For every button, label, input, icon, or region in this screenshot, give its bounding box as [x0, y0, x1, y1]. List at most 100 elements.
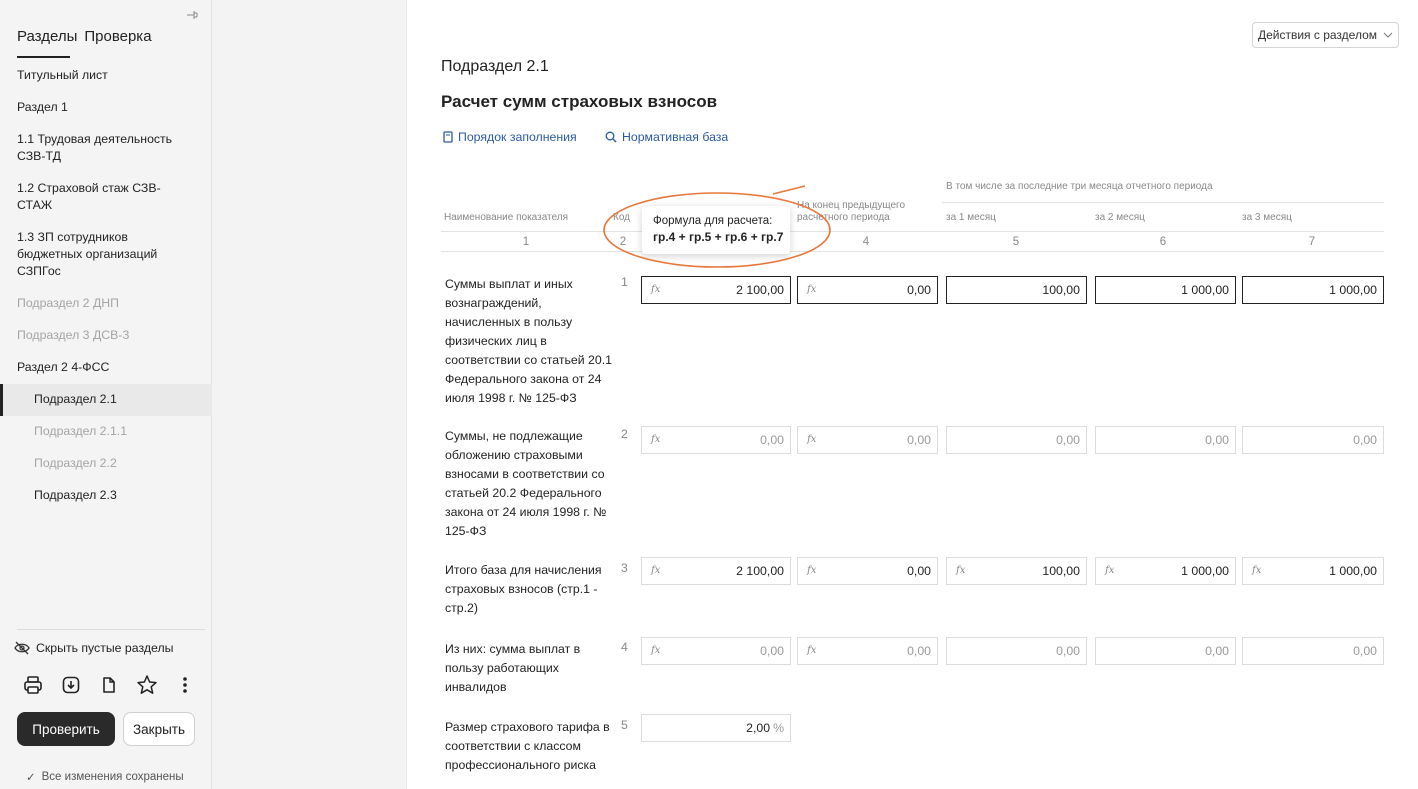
row-code: 3 [621, 561, 628, 575]
save-status: ✓ Все изменения сохранены [26, 770, 184, 784]
sidebar-item[interactable]: Раздел 2 4-ФСС [0, 352, 212, 384]
divider [17, 629, 205, 630]
sidebar-item[interactable]: Титульный лист [0, 60, 212, 92]
download-icon[interactable] [60, 674, 82, 696]
value-cell[interactable]: fx 100,00 [946, 557, 1087, 585]
tooltip-title: Формула для расчета: [653, 215, 773, 227]
col-number: 5 [1012, 236, 1020, 248]
value-cell[interactable]: 0,00 [946, 426, 1087, 454]
row-label: Размер страхового тарифа в соответствии … [445, 720, 610, 772]
col-header-prev-period: На конец предыдущего расчетного периода [797, 200, 906, 223]
formula-icon: fx [1252, 565, 1262, 576]
sidebar-item[interactable]: Подраздел 2.2 [0, 448, 212, 480]
cell-value: 1 000,00 [1181, 564, 1229, 578]
cell-value: 0,00 [760, 644, 784, 658]
value-cell[interactable]: fx 2 100,00 [641, 557, 791, 585]
sidebar-item[interactable]: 1.2 Страховой стаж СЗВ-СТАЖ [0, 173, 212, 222]
active-tab-indicator [17, 56, 70, 58]
col-number: 2 [619, 236, 627, 248]
close-button[interactable]: Закрыть [123, 712, 195, 746]
cell-value: 0,00 [1353, 433, 1377, 447]
sidebar-item[interactable]: Подраздел 2.1.1 [0, 416, 212, 448]
value-cell[interactable]: fx 1 000,00 [1242, 557, 1384, 585]
header-divider [441, 251, 1384, 252]
check-button[interactable]: Проверить [17, 712, 115, 746]
star-icon[interactable] [136, 674, 158, 696]
sidebar-item[interactable]: Подраздел 2 ДНП [0, 288, 212, 320]
value-cell[interactable]: 1 000,00 [1242, 276, 1384, 304]
value-cell[interactable]: fx 0,00 [641, 426, 791, 454]
hide-empty-toggle[interactable]: Скрыть пустые разделы [14, 641, 173, 655]
sidebar-item[interactable]: Подраздел 2.1 [0, 384, 212, 416]
tooltip-formula: гр.4 + гр.5 + гр.6 + гр.7 [653, 230, 784, 244]
value-cell[interactable]: fx 0,00 [797, 637, 938, 665]
sidebar-tabs: Разделы Проверка [17, 28, 152, 45]
formula-icon: fx [956, 565, 966, 576]
cell-value: 2 100,00 [736, 564, 784, 578]
sidebar-item[interactable]: 1.3 ЗП сотрудников бюджетных организаций… [0, 222, 212, 288]
pin-icon[interactable] [185, 8, 199, 22]
formula-icon: fx [651, 284, 661, 295]
cell-value: 2 100,00 [736, 283, 784, 297]
row-label: Из них: сумма выплат в пользу работающих… [445, 642, 581, 694]
chevron-down-icon [1383, 32, 1393, 38]
normative-base-label: Нормативная база [622, 130, 729, 144]
col-number: 7 [1308, 236, 1316, 248]
cell-value: 0,00 [1056, 644, 1080, 658]
cell-value: 1 000,00 [1329, 564, 1377, 578]
formula-icon: fx [1105, 565, 1115, 576]
value-cell[interactable]: fx 2 100,00 [641, 276, 791, 304]
value-cell[interactable]: fx 1 000,00 [1095, 557, 1236, 585]
cell-value: 2,00 [746, 721, 771, 735]
value-cell[interactable]: fx 0,00 [797, 276, 938, 304]
more-icon[interactable] [174, 674, 196, 696]
print-icon[interactable] [22, 674, 44, 696]
row-label: Итого база для начисления страховых взно… [445, 563, 602, 615]
value-cell[interactable]: 0,00 [1095, 426, 1236, 454]
checkmark-icon: ✓ [26, 772, 36, 784]
sidebar-item[interactable]: Раздел 1 [0, 92, 212, 124]
row-label: Суммы выплат и иных вознаграждений, начи… [445, 277, 612, 405]
value-cell[interactable]: 0,00 [1242, 637, 1384, 665]
col-header-month3: за 3 месяц [1242, 212, 1292, 223]
value-cell[interactable]: 100,00 [946, 276, 1087, 304]
fill-order-link[interactable]: Порядок заполнения [443, 130, 577, 144]
value-cell[interactable]: 0,00 [946, 637, 1087, 665]
formula-icon: fx [807, 434, 817, 445]
cell-value: 1 000,00 [1181, 283, 1229, 297]
row-code: 5 [621, 718, 628, 732]
section-actions-label: Действия с разделом [1257, 28, 1378, 42]
hide-empty-label: Скрыть пустые разделы [36, 641, 174, 655]
tab-sections[interactable]: Разделы [17, 28, 77, 45]
cell-value: 100,00 [1042, 564, 1080, 578]
row-code: 2 [621, 427, 628, 441]
value-cell[interactable]: 1 000,00 [1095, 276, 1236, 304]
col-number: 6 [1159, 236, 1167, 248]
sidebar-item[interactable]: Подраздел 3 ДСВ-3 [0, 320, 212, 352]
copy-icon[interactable] [98, 674, 120, 696]
formula-tooltip: Формула для расчета: гр.4 + гр.5 + гр.6 … [642, 206, 790, 254]
value-cell[interactable]: 2,00% [641, 714, 791, 742]
value-cell[interactable]: fx 0,00 [641, 637, 791, 665]
value-cell[interactable]: 0,00 [1242, 426, 1384, 454]
cell-value: 0,00 [907, 283, 931, 297]
sidebar-item[interactable]: Подраздел 2.3 [0, 480, 212, 512]
row-label: Суммы, не подлежащие обложению страховым… [445, 429, 607, 538]
sidebar-item[interactable]: 1.1 Трудовая деятельность СЗВ-ТД [0, 124, 212, 173]
tab-check[interactable]: Проверка [84, 28, 151, 45]
cell-value: 0,00 [1353, 644, 1377, 658]
section-actions-dropdown[interactable]: Действия с разделом [1252, 22, 1399, 48]
col-number: 1 [522, 236, 530, 248]
normative-base-link[interactable]: Нормативная база [605, 130, 728, 144]
value-cell[interactable]: fx 0,00 [797, 426, 938, 454]
value-cell[interactable]: fx 0,00 [797, 557, 938, 585]
cell-value: 0,00 [1205, 644, 1229, 658]
value-cell[interactable]: 0,00 [1095, 637, 1236, 665]
cell-value: 0,00 [907, 564, 931, 578]
main-content: Действия с разделом Подраздел 2.1 Расчет… [406, 0, 1418, 789]
search-icon [605, 131, 617, 143]
cell-value: 100,00 [1042, 283, 1080, 297]
sidebar-toolbar [22, 674, 196, 696]
col-header-code: Код [613, 212, 631, 223]
cell-value: 0,00 [760, 433, 784, 447]
